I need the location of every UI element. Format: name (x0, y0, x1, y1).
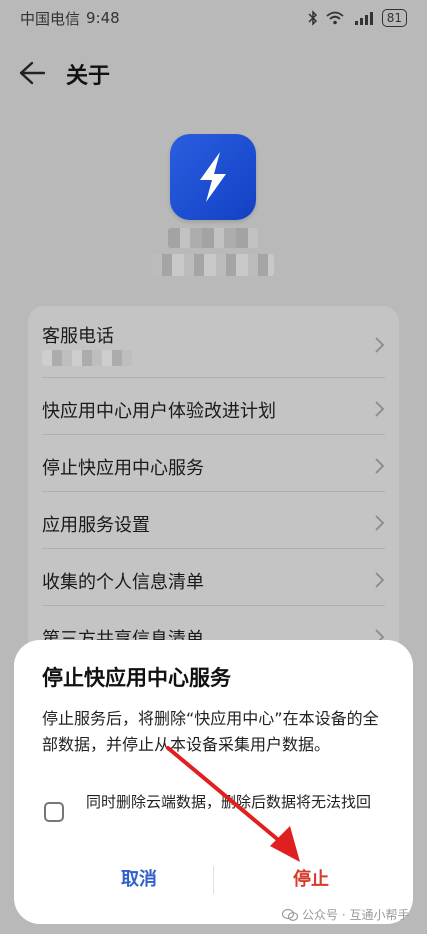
cancel-button[interactable]: 取消 (54, 862, 224, 898)
chevron-right-icon (375, 401, 385, 417)
back-arrow-icon[interactable] (18, 60, 46, 86)
chevron-right-icon (375, 337, 385, 353)
settings-list: 客服电话 快应用中心用户体验改进计划 停止快应用中心服务 应用服务设置 收集的个… (28, 306, 399, 666)
menu-item-experience-program[interactable]: 快应用中心用户体验改进计划 (28, 378, 399, 435)
menu-item-label: 应用服务设置 (42, 515, 150, 536)
status-left: 中国电信 9:48 (20, 8, 120, 29)
menu-item-stop-service[interactable]: 停止快应用中心服务 (28, 435, 399, 492)
status-bar: 中国电信 9:48 81 (0, 0, 427, 36)
stop-button[interactable]: 停止 (226, 862, 396, 898)
wifi-icon (326, 11, 344, 25)
page-title: 关于 (66, 64, 111, 89)
phone-number-redacted (42, 350, 132, 366)
signal-icon (354, 12, 373, 25)
watermark-text: 公众号 · 互通小帮手 (302, 908, 410, 922)
checkbox-label: 同时删除云端数据，删除后数据将无法找回 (86, 793, 372, 811)
menu-item-label: 收集的个人信息清单 (42, 572, 204, 593)
app-name-redacted (168, 228, 258, 248)
app-logo (170, 134, 256, 220)
status-right: 81 (308, 9, 407, 27)
bluetooth-icon (308, 10, 317, 26)
delete-cloud-data-checkbox[interactable] (44, 802, 64, 822)
dialog-title: 停止快应用中心服务 (42, 666, 231, 690)
stop-service-dialog: 停止快应用中心服务 停止服务后，将删除“快应用中心”在本设备的全部数据，并停止从… (14, 640, 413, 924)
chevron-right-icon (375, 458, 385, 474)
watermark: 公众号 · 互通小帮手 (282, 906, 409, 923)
chevron-right-icon (375, 515, 385, 531)
menu-item-service-settings[interactable]: 应用服务设置 (28, 492, 399, 549)
button-divider (213, 866, 214, 894)
menu-item-personal-info-list[interactable]: 收集的个人信息清单 (28, 549, 399, 606)
chevron-right-icon (375, 572, 385, 588)
app-version-redacted (152, 254, 274, 276)
menu-item-label: 客服电话 (42, 326, 114, 347)
wechat-icon (282, 908, 298, 921)
battery-indicator: 81 (381, 9, 407, 27)
lightning-icon (200, 152, 226, 202)
menu-item-label: 快应用中心用户体验改进计划 (42, 401, 276, 422)
menu-item-customer-service[interactable]: 客服电话 (28, 306, 399, 378)
dialog-message: 停止服务后，将删除“快应用中心”在本设备的全部数据，并停止从本设备采集用户数据。 (42, 709, 379, 754)
carrier-name: 中国电信 (20, 9, 81, 28)
clock: 9:48 (86, 9, 120, 27)
menu-item-label: 停止快应用中心服务 (42, 458, 204, 479)
page-header: 关于 (0, 50, 427, 96)
